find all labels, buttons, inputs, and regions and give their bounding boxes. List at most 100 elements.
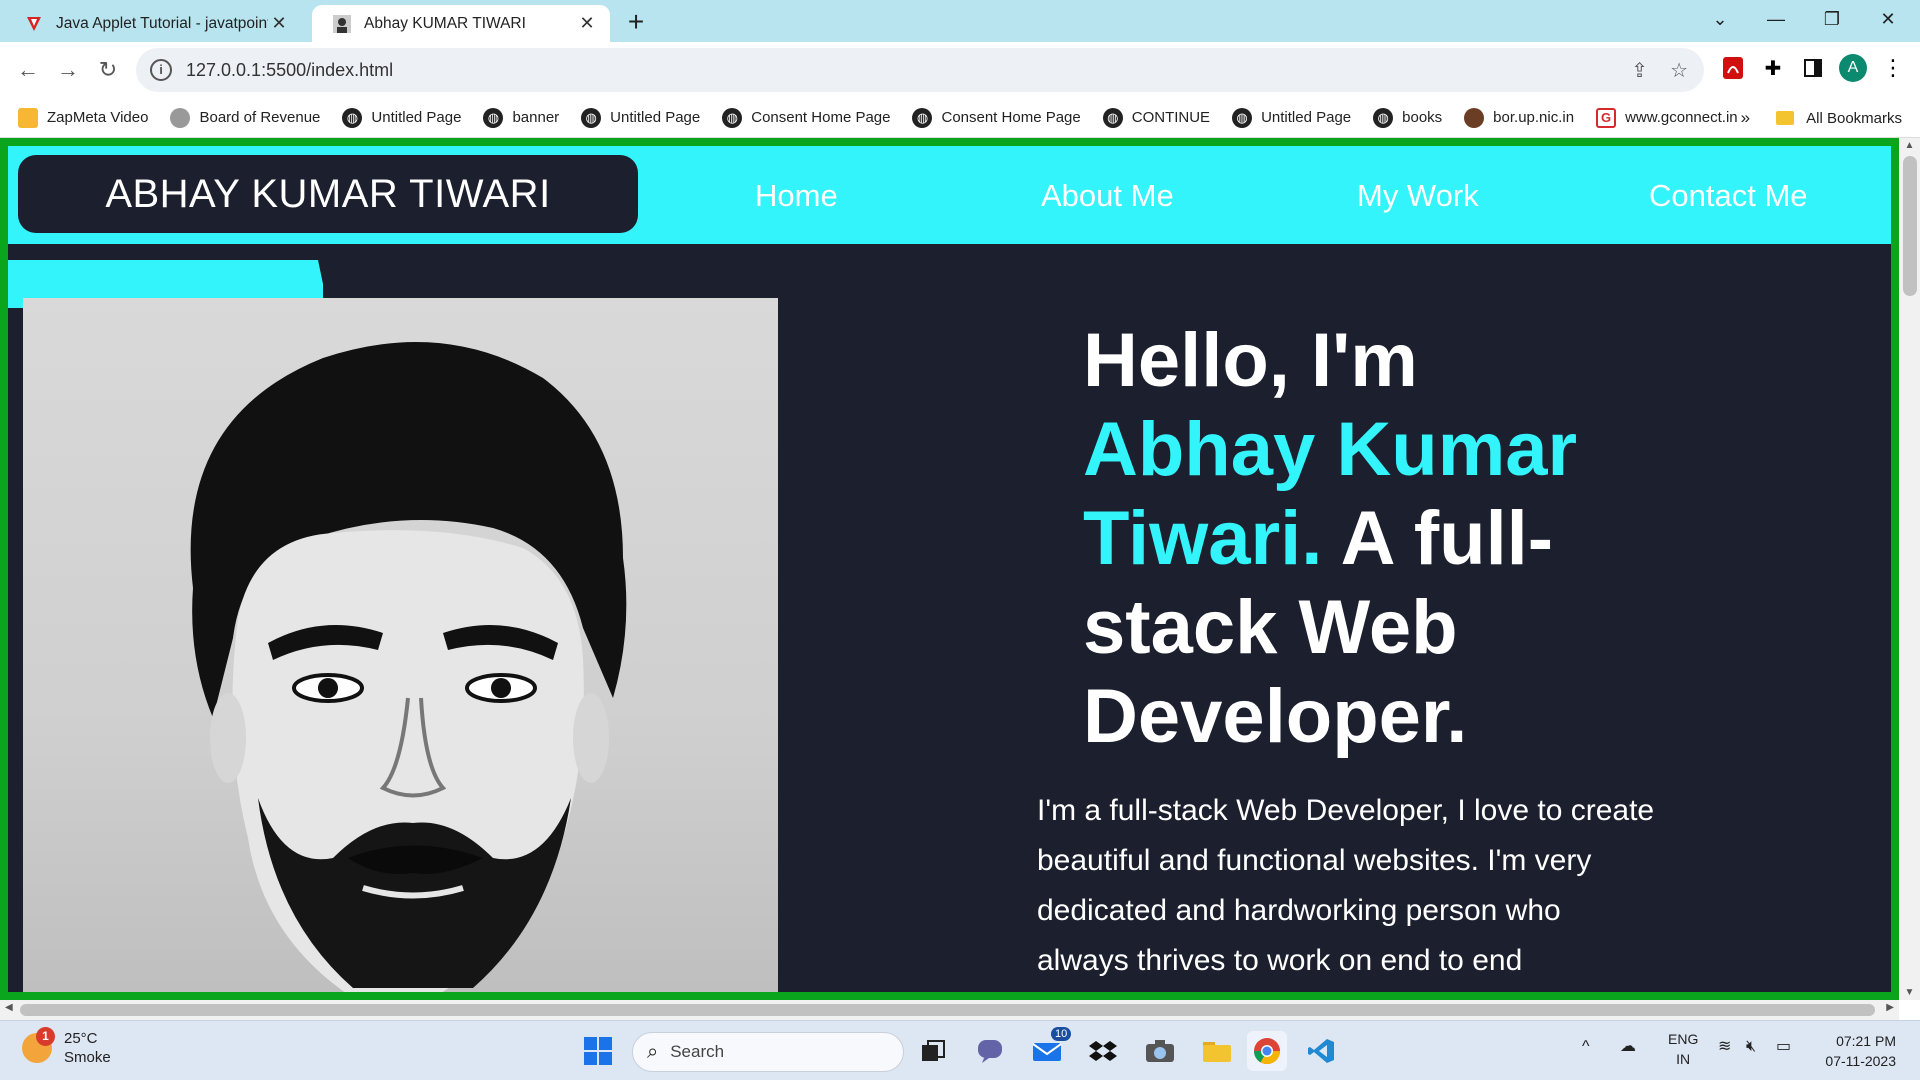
weather-desc: Smoke (64, 1049, 111, 1066)
intro-paragraph: I'm a full-stack Web Developer, I love t… (1037, 794, 1655, 977)
side-panel-icon[interactable] (1798, 53, 1828, 83)
scroll-down-icon[interactable]: ▼ (1899, 987, 1920, 998)
scroll-right-icon[interactable]: ▶ (1886, 1002, 1894, 1013)
volume-muted-icon[interactable]: 🔇︎ (1746, 1037, 1756, 1057)
dropbox-icon[interactable] (1083, 1031, 1123, 1071)
nav-contact-me[interactable]: Contact Me (1649, 178, 1808, 214)
browser-toolbar: ← → ↻ i 127.0.0.1:5500/index.html ⇪ ☆ ✚ … (0, 42, 1920, 98)
bookmark-item[interactable]: Gwww.gconnect.in (1596, 107, 1738, 128)
wifi-icon[interactable]: ≋ (1718, 1037, 1731, 1057)
profile-portrait-image (23, 298, 778, 992)
globe-icon: ◍ (483, 107, 504, 128)
tab-abhay-kumar-tiwari[interactable]: Abhay KUMAR TIWARI ✕ (312, 5, 610, 42)
clock-date: 07-11-2023 (1825, 1053, 1896, 1069)
page-viewport: ABHAY KUMAR TIWARI Home About Me My Work… (0, 138, 1899, 1000)
file-explorer-icon[interactable] (1197, 1031, 1237, 1071)
bookmark-item[interactable]: ◍ books (1373, 107, 1442, 128)
bookmark-item[interactable]: ZapMeta Video (18, 107, 148, 128)
bookmark-item[interactable]: ◍ banner (483, 107, 559, 128)
battery-icon[interactable]: ▭ (1776, 1037, 1791, 1057)
site-info-icon[interactable]: i (150, 59, 172, 81)
close-tab-icon[interactable]: ✕ (268, 13, 290, 34)
camera-icon[interactable] (1140, 1031, 1180, 1071)
task-view-icon[interactable] (913, 1031, 953, 1071)
bookmarks-overflow-button[interactable]: » (1741, 108, 1750, 128)
restore-icon[interactable]: ❐ (1804, 0, 1860, 38)
scrollbar-thumb[interactable] (20, 1004, 1875, 1016)
forward-arrow-icon[interactable]: → (48, 50, 88, 90)
tab-search-icon[interactable]: ⌄ (1692, 0, 1748, 38)
folder-icon (1776, 111, 1795, 125)
hero-heading: Hello, I'm Abhay Kumar Tiwari. A full-st… (1083, 316, 1643, 761)
bookmark-item[interactable]: Board of Revenue (170, 107, 320, 128)
gconnect-icon: G (1596, 107, 1617, 128)
globe-icon: ◍ (581, 107, 602, 128)
bookmark-item[interactable]: ◍ CONTINUE (1102, 107, 1210, 128)
globe-icon: ◍ (1232, 107, 1253, 128)
nav-my-work[interactable]: My Work (1357, 178, 1479, 214)
new-tab-button[interactable]: + (620, 6, 652, 38)
extensions-puzzle-icon[interactable]: ✚ (1758, 53, 1788, 83)
bookmark-item[interactable]: bor.up.nic.in (1464, 107, 1574, 128)
address-bar[interactable]: i 127.0.0.1:5500/index.html ⇪ ☆ (136, 48, 1704, 92)
back-arrow-icon[interactable]: ← (8, 50, 48, 90)
pdf-extension-icon[interactable] (1718, 53, 1748, 83)
tab-title: Abhay KUMAR TIWARI (364, 14, 526, 32)
scroll-left-icon[interactable]: ◀ (5, 1002, 13, 1013)
teams-chat-icon[interactable] (970, 1031, 1010, 1071)
show-hidden-icons-chevron[interactable]: ^ (1582, 1037, 1590, 1057)
windows-taskbar: 1 25°C Smoke ⌕ Search 10 ^ ☁ ENG IN ≋ 🔇︎… (0, 1020, 1920, 1080)
mail-badge: 10 (1051, 1027, 1072, 1041)
javatpoint-logo-icon (24, 14, 44, 34)
bookmark-item[interactable]: ◍ Consent Home Page (722, 107, 890, 128)
language-indicator[interactable]: ENG IN (1668, 1029, 1698, 1069)
vscode-icon[interactable] (1301, 1031, 1341, 1071)
windows-start-icon[interactable] (578, 1031, 618, 1071)
nav-about-me[interactable]: About Me (1041, 178, 1174, 214)
search-icon: ⌕ (647, 1040, 659, 1063)
taskbar-search-input[interactable]: ⌕ Search (632, 1032, 904, 1072)
hero-greeting: Hello, I'm (1083, 318, 1418, 403)
close-window-icon[interactable]: ✕ (1860, 0, 1916, 38)
profile-avatar[interactable]: A (1838, 53, 1868, 83)
nav-home[interactable]: Home (755, 178, 838, 214)
horizontal-scrollbar[interactable]: ◀ ▶ (0, 1000, 1899, 1020)
weather-temp: 25°C (64, 1030, 98, 1047)
bookmark-item[interactable]: ◍ Consent Home Page (912, 107, 1081, 128)
network-status-icon[interactable]: ☁ (1620, 1037, 1636, 1057)
tab-title: Java Applet Tutorial - javatpoint (56, 14, 268, 32)
globe-icon: ◍ (912, 107, 933, 128)
profile-photo-icon (332, 14, 352, 34)
bookmark-star-icon[interactable]: ☆ (1670, 58, 1688, 83)
system-clock[interactable]: 07:21 PM 07-11-2023 (1825, 1031, 1896, 1071)
minimize-icon[interactable]: — (1748, 0, 1804, 38)
url-text: 127.0.0.1:5500/index.html (186, 59, 394, 80)
site-brand[interactable]: ABHAY KUMAR TIWARI (18, 155, 638, 233)
emblem-icon (170, 107, 191, 128)
globe-icon: ◍ (1102, 107, 1123, 128)
globe-icon: ◍ (1373, 107, 1394, 128)
clock-time: 07:21 PM (1836, 1033, 1896, 1049)
close-tab-icon[interactable]: ✕ (576, 13, 598, 34)
site-navbar: ABHAY KUMAR TIWARI Home About Me My Work… (8, 146, 1891, 244)
share-icon[interactable]: ⇪ (1631, 58, 1648, 83)
bookmark-item[interactable]: ◍ Untitled Page (581, 107, 700, 128)
globe-icon: ◍ (342, 107, 363, 128)
weather-widget[interactable]: 1 25°C Smoke (22, 1027, 111, 1067)
vertical-scrollbar[interactable]: ▲ ▼ (1899, 138, 1920, 1000)
all-bookmarks-button[interactable]: All Bookmarks (1806, 110, 1902, 127)
menu-kebab-icon[interactable]: ⋮ (1878, 53, 1908, 83)
scroll-up-icon[interactable]: ▲ (1899, 140, 1920, 151)
bookmarks-bar: ZapMeta Video Board of Revenue ◍ Untitled… (0, 98, 1920, 138)
bookmark-item[interactable]: ◍ Untitled Page (1232, 107, 1351, 128)
chrome-icon[interactable] (1247, 1031, 1287, 1071)
weather-badge: 1 (36, 1027, 55, 1046)
mail-icon[interactable]: 10 (1027, 1027, 1072, 1071)
reload-icon[interactable]: ↻ (88, 50, 128, 90)
emblem-icon (1464, 107, 1485, 128)
scrollbar-thumb[interactable] (1903, 156, 1917, 296)
tab-javatpoint[interactable]: Java Applet Tutorial - javatpoint ✕ (4, 5, 302, 42)
zapmeta-icon (18, 107, 38, 128)
search-placeholder: Search (670, 1042, 725, 1061)
bookmark-item[interactable]: ◍ Untitled Page (342, 107, 461, 128)
